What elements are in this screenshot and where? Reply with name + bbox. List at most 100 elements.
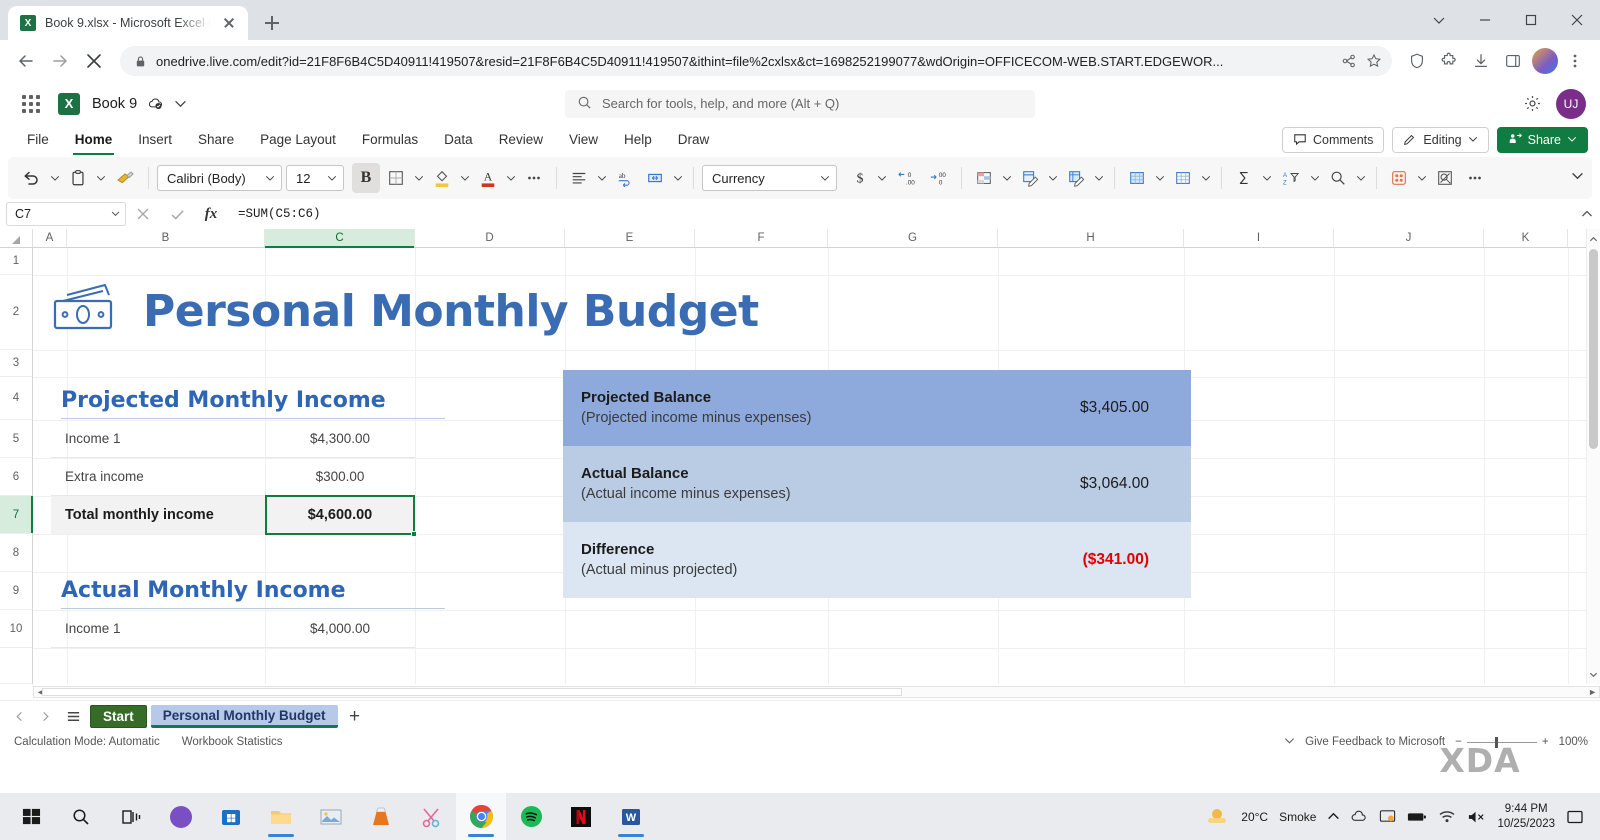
address-bar[interactable]: onedrive.live.com/edit?id=21F8F6B4C5D409…	[120, 46, 1392, 76]
back-arrow-icon[interactable]	[10, 45, 42, 77]
scroll-down-icon[interactable]	[1587, 666, 1600, 682]
download-icon[interactable]	[1466, 46, 1496, 76]
minimize-icon[interactable]	[1462, 0, 1508, 40]
word-icon[interactable]: W	[606, 793, 656, 840]
merge-cells-icon[interactable]	[641, 163, 669, 193]
align-icon[interactable]	[565, 163, 593, 193]
insert-cells-chevron-down-icon[interactable]	[1153, 173, 1167, 183]
sheet-tab-start[interactable]: Start	[90, 705, 147, 728]
sheet-tab-personal-monthly-budget[interactable]: Personal Monthly Budget	[151, 705, 338, 728]
cancel-x-icon[interactable]	[126, 201, 160, 227]
column-header-h[interactable]: H	[998, 229, 1184, 247]
zoom-thumb[interactable]	[1495, 737, 1498, 748]
sort-filter-icon[interactable]: AZ	[1276, 163, 1306, 193]
row-header-2[interactable]: 2	[0, 275, 32, 350]
volume-muted-icon[interactable]	[1467, 809, 1486, 825]
chevron-down-icon[interactable]	[1416, 0, 1462, 40]
font-size-combo[interactable]: 12	[286, 165, 344, 191]
weather-temp[interactable]: 20°C	[1241, 810, 1268, 824]
browser-tab[interactable]: X Book 9.xlsx - Microsoft Excel On	[8, 6, 248, 40]
horizontal-scrollbar[interactable]: ◄ ►	[33, 686, 1600, 698]
confirm-check-icon[interactable]	[160, 201, 194, 227]
table-row[interactable]: Income 1 $4,000.00	[51, 610, 445, 648]
vertical-scrollbar[interactable]	[1586, 229, 1600, 684]
autosum-icon[interactable]	[1230, 163, 1258, 193]
star-icon[interactable]	[1366, 53, 1382, 69]
onedrive-icon[interactable]	[1351, 808, 1368, 825]
chevron-left-icon[interactable]	[8, 706, 30, 728]
row-header-3[interactable]: 3	[0, 350, 32, 377]
netflix-icon[interactable]	[556, 793, 606, 840]
format-painter-icon[interactable]	[110, 163, 140, 193]
autosum-chevron-down-icon[interactable]	[1260, 173, 1274, 183]
ideas-icon[interactable]	[1385, 163, 1413, 193]
new-tab-button[interactable]	[258, 9, 286, 37]
currency-chevron-down-icon[interactable]	[875, 173, 889, 183]
currency-icon[interactable]: $	[847, 163, 873, 193]
ribbon-tab-view[interactable]: View	[556, 125, 611, 155]
ribbon-tab-file[interactable]: File	[14, 125, 62, 155]
row-header-5[interactable]: 5	[0, 420, 32, 458]
chevron-right-icon[interactable]	[34, 706, 56, 728]
comments-button[interactable]: Comments	[1282, 127, 1384, 153]
document-name[interactable]: Book 9	[92, 96, 137, 112]
sensitivity-icon[interactable]	[1431, 163, 1459, 193]
insert-function-icon[interactable]: fx	[194, 201, 228, 227]
formula-input[interactable]: =SUM(C5:C6)	[228, 201, 1574, 227]
show-hidden-icons-chevron[interactable]	[1327, 810, 1340, 823]
balance-row-projected[interactable]: Projected Balance (Projected income minu…	[563, 370, 1191, 446]
zoom-out-button[interactable]: −	[1455, 736, 1462, 748]
ideas-chevron-down-icon[interactable]	[1415, 173, 1429, 183]
ribbon-tab-formulas[interactable]: Formulas	[349, 125, 431, 155]
conditional-formatting-chevron-down-icon[interactable]	[1000, 173, 1014, 183]
chevron-down-icon[interactable]	[174, 97, 187, 110]
font-name-combo[interactable]: Calibri (Body)	[157, 165, 282, 191]
row-header-8[interactable]: 8	[0, 534, 32, 572]
horizontal-scrollbar-thumb[interactable]	[42, 688, 902, 696]
balance-row-difference[interactable]: Difference (Actual minus projected) ($34…	[563, 522, 1191, 598]
puzzle-piece-icon[interactable]	[1434, 46, 1464, 76]
search-input[interactable]: Search for tools, help, and more (Alt + …	[565, 90, 1035, 118]
sheet-surface[interactable]: Personal Monthly Budget Projected Monthl…	[33, 248, 1600, 684]
wifi-icon[interactable]	[1438, 809, 1456, 824]
paste-icon[interactable]	[64, 163, 92, 193]
column-header-c[interactable]: C	[265, 229, 415, 247]
spotify-icon[interactable]	[506, 793, 556, 840]
merge-chevron-down-icon[interactable]	[671, 173, 685, 183]
format-as-table-chevron-down-icon[interactable]	[1046, 173, 1060, 183]
row-header-7[interactable]: 7	[0, 496, 32, 534]
paste-dropdown-chevron-down-icon[interactable]	[94, 173, 108, 183]
weather-desc[interactable]: Smoke	[1279, 810, 1316, 824]
sort-filter-chevron-down-icon[interactable]	[1308, 173, 1322, 183]
ribbon-tab-home[interactable]: Home	[62, 125, 126, 155]
ribbon-tab-share[interactable]: Share	[185, 125, 247, 155]
display-icon[interactable]	[1379, 808, 1396, 825]
fill-color-icon[interactable]	[428, 163, 456, 193]
clock[interactable]: 9:44 PM 10/25/2023	[1497, 802, 1555, 831]
share-icon[interactable]	[1341, 53, 1357, 69]
column-header-f[interactable]: F	[695, 229, 828, 247]
shield-icon[interactable]	[1402, 46, 1432, 76]
format-as-table-icon[interactable]	[1016, 163, 1044, 193]
zoom-slider[interactable]: − +	[1455, 736, 1548, 748]
zoom-in-button[interactable]: +	[1542, 736, 1549, 748]
task-view-icon[interactable]	[106, 793, 156, 840]
forward-arrow-icon[interactable]	[44, 45, 76, 77]
table-row-total[interactable]: Total monthly income $4,600.00	[51, 496, 445, 534]
column-header-g[interactable]: G	[828, 229, 998, 247]
close-icon[interactable]	[220, 14, 238, 32]
column-header-d[interactable]: D	[415, 229, 565, 247]
delete-cells-chevron-down-icon[interactable]	[1199, 173, 1213, 183]
wrap-text-icon[interactable]: ab	[611, 163, 639, 193]
stop-x-icon[interactable]	[78, 45, 110, 77]
ribbon-tab-review[interactable]: Review	[486, 125, 556, 155]
windows-start-icon[interactable]	[6, 793, 56, 840]
font-color-chevron-down-icon[interactable]	[504, 173, 518, 183]
bittorrent-icon[interactable]	[156, 793, 206, 840]
zoom-track[interactable]	[1467, 742, 1537, 743]
cell-styles-icon[interactable]	[1062, 163, 1090, 193]
maximize-icon[interactable]	[1508, 0, 1554, 40]
workbook-statistics-button[interactable]: Workbook Statistics	[182, 736, 283, 748]
notification-center-icon[interactable]	[1566, 808, 1584, 826]
share-button[interactable]: Share	[1497, 127, 1588, 153]
